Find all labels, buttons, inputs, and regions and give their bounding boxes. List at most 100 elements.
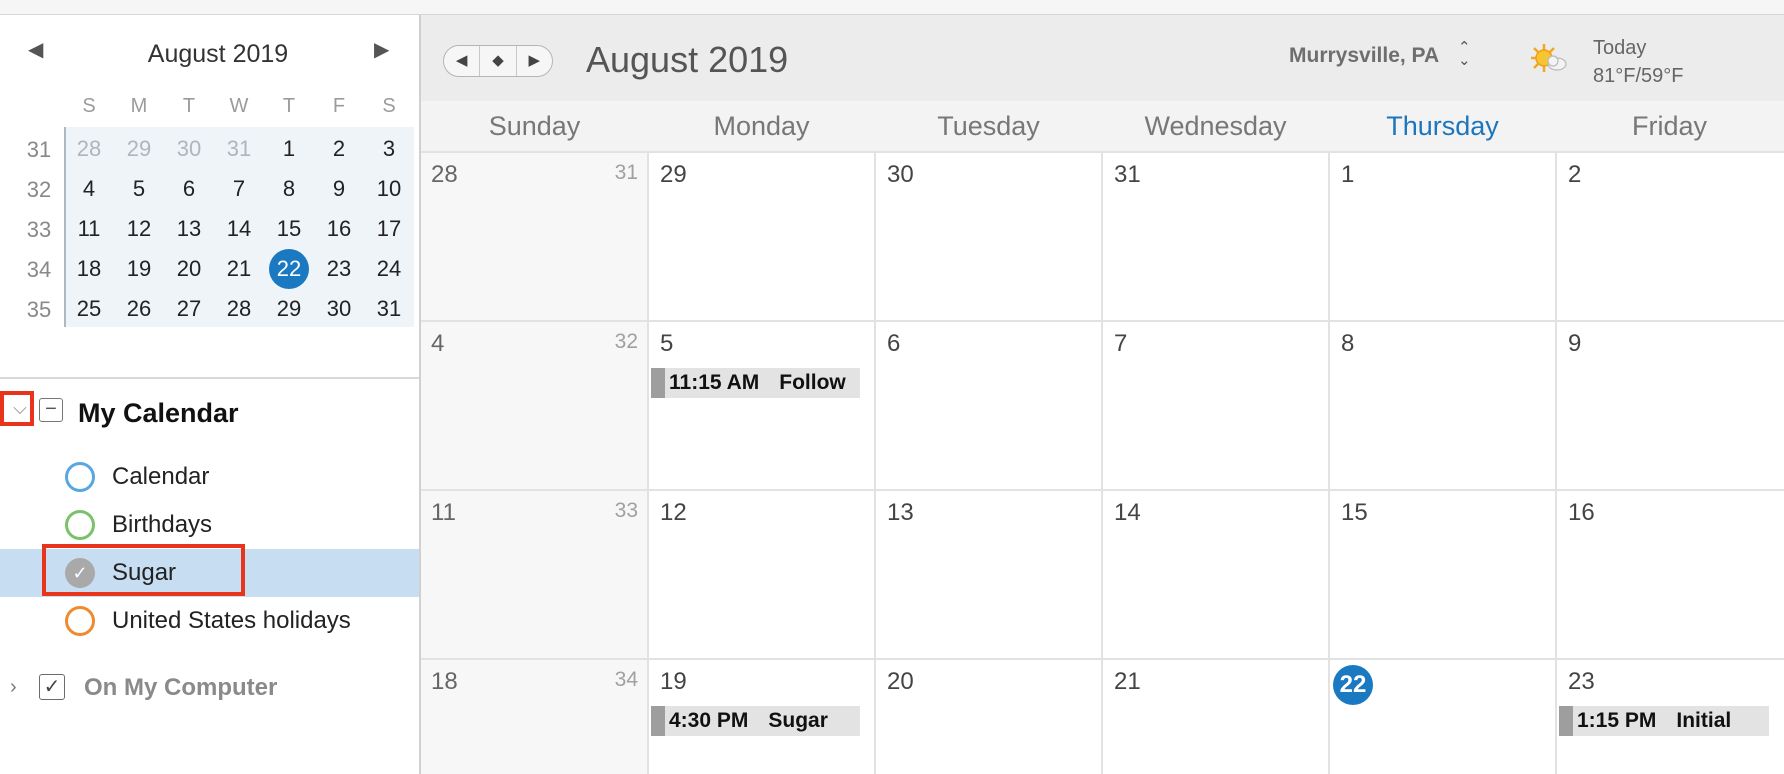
day-number[interactable]: 14 <box>1114 499 1141 527</box>
mini-day[interactable]: 23 <box>314 249 364 289</box>
day-number[interactable]: 16 <box>1568 499 1595 527</box>
mini-day[interactable]: 31 <box>214 129 264 169</box>
day-number[interactable]: 18 <box>431 668 458 696</box>
day-number[interactable]: 29 <box>660 161 687 189</box>
day-number[interactable]: 4 <box>431 330 444 358</box>
mini-day-number: 26 <box>126 296 152 321</box>
mini-day[interactable]: 28 <box>64 129 114 169</box>
mini-day-number: 24 <box>376 256 402 281</box>
day-number[interactable]: 31 <box>1114 161 1141 189</box>
day-number[interactable]: 6 <box>887 330 900 358</box>
day-number[interactable]: 30 <box>887 161 914 189</box>
mini-day[interactable]: 22 <box>264 249 314 289</box>
today-day-number[interactable]: 22 <box>1333 665 1373 705</box>
mini-day[interactable]: 12 <box>114 209 164 249</box>
mini-day-number: 27 <box>176 296 202 321</box>
mini-day[interactable]: 6 <box>164 169 214 209</box>
week-number: 32 <box>614 330 638 353</box>
date-nav-group: ◀ ◆ ▶ <box>443 45 553 77</box>
mini-day[interactable]: 20 <box>164 249 214 289</box>
mini-day[interactable]: 8 <box>264 169 314 209</box>
calendar-event[interactable]: 4:30 PM Sugar <box>651 706 860 736</box>
day-number[interactable]: 1 <box>1341 161 1354 189</box>
today-button[interactable]: ◆ <box>480 46 517 76</box>
mini-day-number: 28 <box>226 296 252 321</box>
mini-day-number: 31 <box>226 136 252 161</box>
mini-day[interactable]: 16 <box>314 209 364 249</box>
mini-day[interactable]: 3 <box>364 129 414 169</box>
mini-day[interactable]: 1 <box>264 129 314 169</box>
day-number[interactable]: 9 <box>1568 330 1581 358</box>
calendar-item-calendar[interactable]: Calendar <box>0 453 419 501</box>
day-number[interactable]: 7 <box>1114 330 1127 358</box>
calendar-color-circle-icon <box>65 606 95 636</box>
prev-button[interactable]: ◀ <box>444 46 481 76</box>
calendar-item-birthdays[interactable]: Birthdays <box>0 501 419 549</box>
mini-day-number: 29 <box>126 136 152 161</box>
toolbar: ◀ ◆ ▶ August 2019 Murrysville, PA ⌃ ⌄ Tod… <box>421 15 1784 101</box>
mini-day-number: 30 <box>176 136 202 161</box>
next-button[interactable]: ▶ <box>517 46 552 76</box>
weekday-header-thursday: Thursday <box>1386 111 1499 141</box>
mini-next-month-button[interactable]: ▶ <box>374 37 389 62</box>
mini-day[interactable]: 24 <box>364 249 414 289</box>
expand-chevron-icon[interactable]: › <box>10 676 17 699</box>
mini-weekday-label: T <box>282 95 296 117</box>
mini-day[interactable]: 21 <box>214 249 264 289</box>
mini-day[interactable]: 29 <box>114 129 164 169</box>
mini-day[interactable]: 31 <box>364 289 414 329</box>
day-number[interactable]: 12 <box>660 499 687 527</box>
mini-day-number: 10 <box>376 176 402 201</box>
day-number[interactable]: 11 <box>431 499 456 527</box>
day-number[interactable]: 23 <box>1568 668 1595 696</box>
weekday-header-wednesday: Wednesday <box>1144 111 1287 141</box>
mini-prev-month-button[interactable]: ◀ <box>28 37 43 62</box>
mini-day[interactable]: 26 <box>114 289 164 329</box>
mini-day[interactable]: 25 <box>64 289 114 329</box>
mini-day[interactable]: 4 <box>64 169 114 209</box>
mini-day[interactable]: 28 <box>214 289 264 329</box>
mini-day[interactable]: 11 <box>64 209 114 249</box>
mini-day-number: 30 <box>326 296 352 321</box>
mini-day[interactable]: 2 <box>314 129 364 169</box>
mini-day[interactable]: 7 <box>214 169 264 209</box>
day-number[interactable]: 21 <box>1114 668 1141 696</box>
mini-day[interactable]: 9 <box>314 169 364 209</box>
mini-day[interactable]: 14 <box>214 209 264 249</box>
day-number[interactable]: 2 <box>1568 161 1581 189</box>
calendar-event[interactable]: 11:15 AM Follow <box>651 368 860 398</box>
group-minus-checkbox[interactable]: − <box>39 398 63 422</box>
mini-day[interactable]: 17 <box>364 209 414 249</box>
mini-day-number: 17 <box>376 216 402 241</box>
day-number[interactable]: 8 <box>1341 330 1354 358</box>
mini-day[interactable]: 5 <box>114 169 164 209</box>
day-number[interactable]: 20 <box>887 668 914 696</box>
mini-weekday-label: F <box>332 95 346 117</box>
day-number[interactable]: 28 <box>431 161 458 189</box>
day-number[interactable]: 13 <box>887 499 914 527</box>
mini-day[interactable]: 30 <box>164 129 214 169</box>
mini-day[interactable]: 10 <box>364 169 414 209</box>
calendar-item-label: Birthdays <box>112 511 213 538</box>
calendar-event[interactable]: 1:15 PM Initial <box>1559 706 1769 736</box>
mini-day[interactable]: 19 <box>114 249 164 289</box>
day-number[interactable]: 5 <box>660 330 673 358</box>
calendar-item-united-states-holidays[interactable]: United States holidays <box>0 597 419 645</box>
event-time: 11:15 AM <box>669 371 760 394</box>
day-number[interactable]: 15 <box>1341 499 1368 527</box>
mini-day-number: 13 <box>176 216 202 241</box>
mini-day[interactable]: 13 <box>164 209 214 249</box>
mini-day-number: 22 <box>269 249 309 289</box>
mini-day-number: 14 <box>226 216 252 241</box>
mini-day[interactable]: 18 <box>64 249 114 289</box>
weather-today-label: Today <box>1593 37 1647 59</box>
day-number[interactable]: 19 <box>660 668 687 696</box>
mini-day[interactable]: 29 <box>264 289 314 329</box>
location-stepper-icon[interactable]: ⌃ ⌄ <box>1458 40 1471 68</box>
mini-day[interactable]: 15 <box>264 209 314 249</box>
location-selector[interactable]: Murrysville, PA <box>1289 44 1439 68</box>
mini-day-number: 23 <box>326 256 352 281</box>
mini-day[interactable]: 27 <box>164 289 214 329</box>
on-my-computer-checkbox[interactable]: ✓ <box>39 674 65 700</box>
mini-day[interactable]: 30 <box>314 289 364 329</box>
